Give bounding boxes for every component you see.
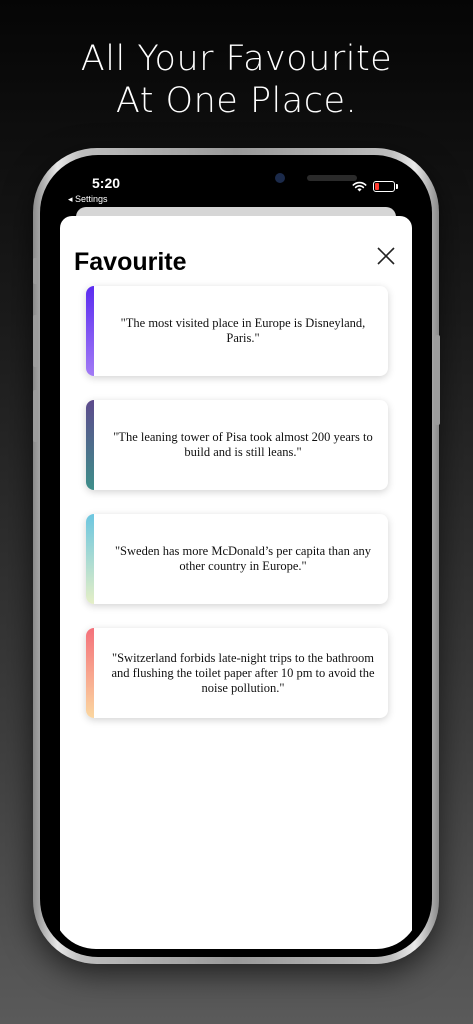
phone-screen: 5:20 ◂ Settings Favourite "The most visi… bbox=[52, 163, 420, 949]
card-accent bbox=[86, 514, 94, 604]
card-accent bbox=[86, 400, 94, 490]
promo-line-1: All Your Favourite bbox=[80, 39, 393, 79]
notch bbox=[147, 163, 357, 191]
status-time: 5:20 bbox=[92, 175, 121, 191]
favourite-sheet: Favourite "The most visited place in Eur… bbox=[60, 216, 412, 949]
close-icon[interactable] bbox=[374, 244, 398, 268]
promo-line-2: At One Place. bbox=[115, 81, 358, 121]
favourite-fact-text: "Sweden has more McDonald’s per capita t… bbox=[114, 544, 372, 573]
card-accent bbox=[86, 628, 94, 718]
volume-down-button bbox=[33, 390, 38, 442]
favourite-card-4[interactable]: "Switzerland forbids late-night trips to… bbox=[86, 628, 388, 718]
favourite-card-3[interactable]: "Sweden has more McDonald’s per capita t… bbox=[86, 514, 388, 604]
wifi-icon bbox=[352, 181, 367, 192]
favourite-fact-text: "The leaning tower of Pisa took almost 2… bbox=[113, 430, 373, 459]
back-to-settings-link[interactable]: ◂ Settings bbox=[68, 194, 108, 205]
speaker-grille bbox=[307, 175, 357, 181]
favourite-fact-text: "The most visited place in Europe is Dis… bbox=[120, 316, 366, 345]
card-accent bbox=[86, 286, 94, 376]
battery-icon bbox=[373, 181, 398, 192]
mute-switch bbox=[33, 258, 38, 284]
sheet-title: Favourite bbox=[74, 248, 187, 276]
power-button bbox=[435, 335, 440, 425]
favourite-card-1[interactable]: "The most visited place in Europe is Dis… bbox=[86, 286, 388, 376]
promo-headline: All Your Favourite At One Place. bbox=[0, 38, 473, 122]
favourite-fact-text: "Switzerland forbids late-night trips to… bbox=[111, 650, 375, 695]
front-camera bbox=[275, 173, 285, 183]
volume-up-button bbox=[33, 315, 38, 367]
favourite-card-2[interactable]: "The leaning tower of Pisa took almost 2… bbox=[86, 400, 388, 490]
